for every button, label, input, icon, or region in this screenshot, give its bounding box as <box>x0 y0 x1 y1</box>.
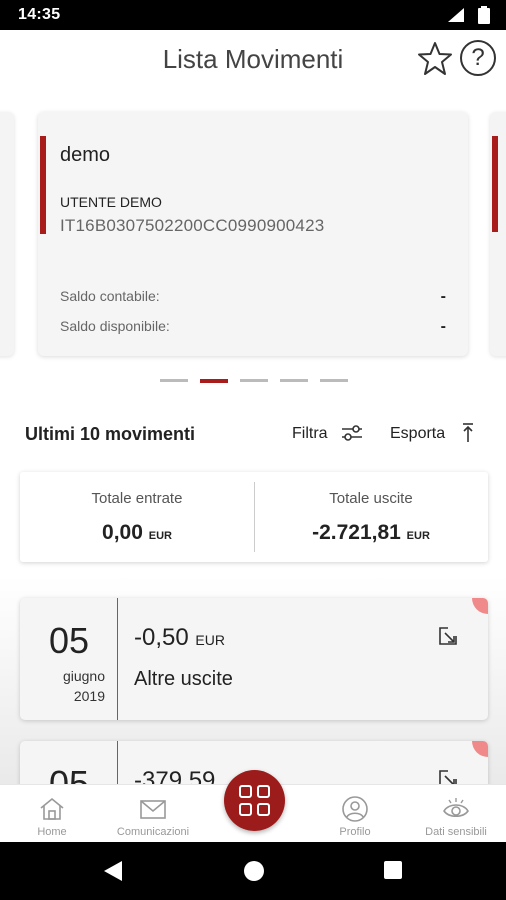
home-icon <box>40 797 64 820</box>
filter-button[interactable]: Filtra <box>292 425 328 443</box>
saldo-disponibile-value: - <box>440 318 446 335</box>
profile-icon <box>342 796 368 822</box>
mail-icon <box>140 800 166 819</box>
export-button[interactable]: Esporta <box>390 425 445 443</box>
carousel-dot[interactable] <box>240 379 268 382</box>
movement-corner-badge <box>472 598 488 614</box>
status-bar: 14:35 <box>0 0 506 30</box>
account-card-next[interactable] <box>490 112 506 356</box>
carousel-dot-active[interactable] <box>200 379 228 383</box>
movement-description: Altre uscite <box>134 668 233 690</box>
account-name: demo <box>60 144 111 166</box>
status-time: 14:35 <box>18 6 61 23</box>
carousel-dot[interactable] <box>160 379 188 382</box>
totale-uscite: Totale uscite -2.721,81 EUR <box>254 490 488 545</box>
movement-month: giugno <box>62 668 105 684</box>
totale-uscite-amount: -2.721,81 EUR <box>312 521 430 544</box>
export-icon[interactable] <box>460 422 476 444</box>
totale-entrate: Totale entrate 0,00 EUR <box>20 490 254 545</box>
filter-icon[interactable] <box>340 422 364 444</box>
nav-home[interactable]: Home <box>30 795 74 838</box>
grid-icon <box>239 785 270 816</box>
movements-section-title: Ultimi 10 movimenti <box>25 424 196 444</box>
movement-date: 05 giugno 2019 <box>20 598 118 720</box>
movement-item[interactable]: 05 giugno 2019 -0,50 EUR Altre uscite <box>20 598 488 720</box>
account-card-previous[interactable] <box>0 112 14 356</box>
saldo-contabile-value: - <box>440 288 446 305</box>
open-detail-icon[interactable] <box>438 626 458 646</box>
nav-profilo-label: Profilo <box>339 826 371 838</box>
totale-entrate-amount: 0,00 EUR <box>102 521 172 544</box>
system-navigation-bar <box>0 842 506 900</box>
nav-dati-sensibili[interactable]: Dati sensibili <box>418 795 494 838</box>
card-accent-bar <box>40 136 46 234</box>
totals-box: Totale entrate 0,00 EUR Totale uscite -2… <box>20 472 488 562</box>
movement-year: 2019 <box>73 688 105 704</box>
totale-uscite-label: Totale uscite <box>329 490 413 507</box>
star-icon[interactable] <box>416 40 454 78</box>
movement-amount: -0,50 EUR <box>134 624 225 651</box>
app-header: Lista Movimenti ? <box>0 30 506 90</box>
home-button-icon[interactable] <box>244 861 264 881</box>
saldo-contabile-label: Saldo contabile: <box>60 288 160 304</box>
back-icon[interactable] <box>104 861 122 881</box>
totale-entrate-label: Totale entrate <box>91 490 183 507</box>
battery-icon <box>478 6 490 24</box>
nav-dati-sensibili-label: Dati sensibili <box>425 826 487 838</box>
carousel-dot[interactable] <box>320 379 348 382</box>
account-holder: UTENTE DEMO <box>60 194 162 210</box>
help-icon[interactable]: ? <box>460 40 496 76</box>
menu-fab-button[interactable] <box>224 770 285 831</box>
nav-profilo[interactable]: Profilo <box>330 795 380 838</box>
nav-home-label: Home <box>37 826 67 838</box>
movement-day: 05 <box>48 620 90 661</box>
movement-corner-badge <box>472 741 488 757</box>
saldo-disponibile-label: Saldo disponibile: <box>60 318 170 334</box>
account-card[interactable]: demo UTENTE DEMO IT16B0307502200CC099090… <box>38 112 468 356</box>
carousel-indicator <box>160 379 350 383</box>
signal-icon <box>448 8 464 22</box>
nav-comunicazioni-label: Comunicazioni <box>116 826 190 838</box>
nav-comunicazioni[interactable]: Comunicazioni <box>108 795 198 838</box>
eye-icon <box>443 798 469 818</box>
account-iban: IT16B0307502200CC0990900423 <box>60 216 325 235</box>
carousel-dot[interactable] <box>280 379 308 382</box>
recent-apps-icon[interactable] <box>384 861 402 879</box>
